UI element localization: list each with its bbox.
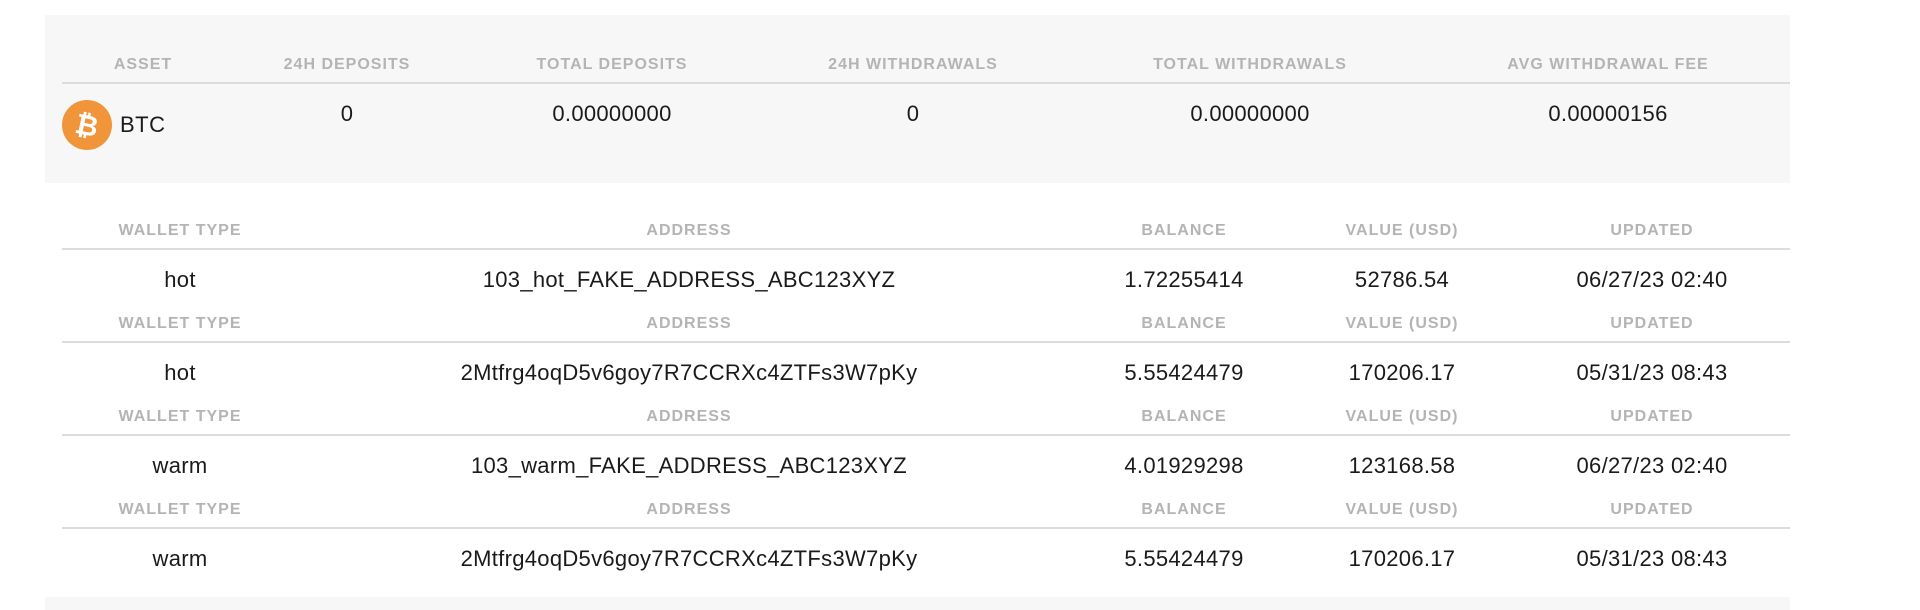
withdrawals-24h-value: 0 (906, 101, 920, 126)
total-deposits-value: 0.00000000 (552, 101, 672, 126)
bitcoin-icon: ₿ (62, 100, 112, 150)
wallet-updated-value: 06/27/23 02:40 (1576, 453, 1728, 478)
header-total-withdrawals: TOTAL WITHDRAWALS (1153, 56, 1347, 73)
summary-header-divider (62, 82, 1790, 84)
header-updated: UPDATED (1610, 408, 1694, 425)
header-value-usd: VALUE (USD) (1345, 408, 1459, 425)
wallet-updated-value: 06/27/23 02:40 (1576, 267, 1728, 292)
next-panel-edge (45, 597, 1790, 610)
total-withdrawals-value: 0.00000000 (1190, 101, 1310, 126)
wallet-balance-value: 4.01929298 (1124, 453, 1244, 478)
header-wallet-type: WALLET TYPE (118, 408, 242, 425)
header-wallet-type: WALLET TYPE (118, 222, 242, 239)
header-balance: BALANCE (1141, 222, 1227, 239)
header-updated: UPDATED (1610, 315, 1694, 332)
header-24h-withdrawals: 24H WITHDRAWALS (828, 56, 998, 73)
header-24h-deposits: 24H DEPOSITS (283, 56, 411, 73)
header-avg-withdrawal-fee: AVG WITHDRAWAL FEE (1507, 56, 1709, 73)
wallet-header-divider (62, 248, 1790, 250)
wallet-table: WALLET TYPE ADDRESS BALANCE VALUE (USD) … (0, 501, 1920, 594)
wallet-balance-value: 1.72255414 (1124, 267, 1244, 292)
asset-symbol: BTC (120, 112, 166, 137)
header-asset: ASSET (113, 56, 173, 73)
wallet-address-value[interactable]: 2Mtfrg4oqD5v6goy7R7CCRXc4ZTFs3W7pKy (461, 546, 918, 572)
wallet-balance-value: 5.55424479 (1124, 546, 1244, 571)
wallet-updated-value: 05/31/23 08:43 (1576, 360, 1728, 385)
wallet-address-value[interactable]: 103_hot_FAKE_ADDRESS_ABC123XYZ (483, 267, 896, 293)
header-value-usd: VALUE (USD) (1345, 501, 1459, 518)
asset-summary-panel (45, 15, 1790, 183)
wallet-value-usd: 123168.58 (1348, 453, 1456, 478)
header-address: ADDRESS (646, 222, 732, 239)
wallet-header-divider (62, 527, 1790, 529)
wallet-table: WALLET TYPE ADDRESS BALANCE VALUE (USD) … (0, 315, 1920, 408)
header-updated: UPDATED (1610, 501, 1694, 518)
header-wallet-type: WALLET TYPE (118, 501, 242, 518)
header-updated: UPDATED (1610, 222, 1694, 239)
wallet-type-value: warm (152, 546, 208, 571)
header-balance: BALANCE (1141, 408, 1227, 425)
wallet-type-value: hot (164, 267, 196, 292)
header-address: ADDRESS (646, 408, 732, 425)
wallet-table: WALLET TYPE ADDRESS BALANCE VALUE (USD) … (0, 408, 1920, 501)
wallet-header-divider (62, 434, 1790, 436)
wallet-value-usd: 170206.17 (1348, 360, 1456, 385)
wallet-updated-value: 05/31/23 08:43 (1576, 546, 1728, 571)
wallet-type-value: hot (164, 360, 196, 385)
header-value-usd: VALUE (USD) (1345, 315, 1459, 332)
header-address: ADDRESS (646, 315, 732, 332)
wallet-value-usd: 52786.54 (1354, 267, 1450, 292)
wallet-address-value[interactable]: 2Mtfrg4oqD5v6goy7R7CCRXc4ZTFs3W7pKy (461, 360, 918, 386)
header-wallet-type: WALLET TYPE (118, 315, 242, 332)
deposits-24h-value: 0 (340, 101, 354, 126)
wallet-type-value: warm (152, 453, 208, 478)
wallet-table: WALLET TYPE ADDRESS BALANCE VALUE (USD) … (0, 222, 1920, 315)
wallet-address-value[interactable]: 103_warm_FAKE_ADDRESS_ABC123XYZ (471, 453, 907, 479)
wallet-header-divider (62, 341, 1790, 343)
wallet-balance-value: 5.55424479 (1124, 360, 1244, 385)
avg-withdrawal-fee-value: 0.00000156 (1548, 101, 1668, 126)
wallet-value-usd: 170206.17 (1348, 546, 1456, 571)
header-balance: BALANCE (1141, 315, 1227, 332)
header-balance: BALANCE (1141, 501, 1227, 518)
svg-text:₿: ₿ (72, 107, 101, 144)
header-value-usd: VALUE (USD) (1345, 222, 1459, 239)
header-address: ADDRESS (646, 501, 732, 518)
header-total-deposits: TOTAL DEPOSITS (536, 56, 688, 73)
